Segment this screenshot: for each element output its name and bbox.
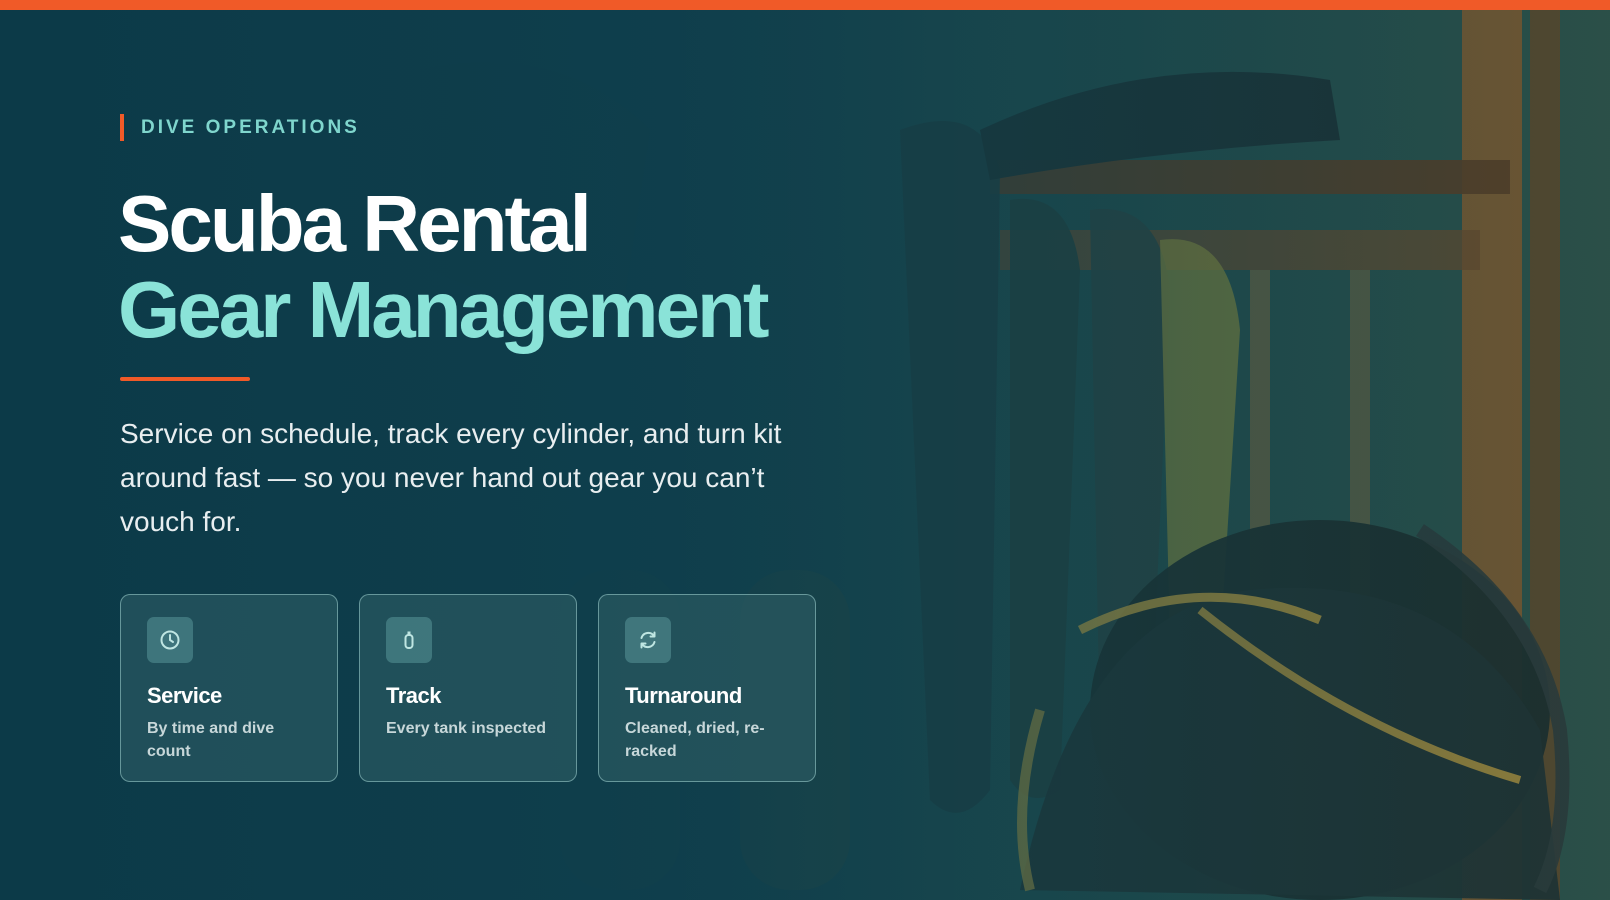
feature-card-turnaround: Turnaround Cleaned, dried, re-racked (598, 594, 816, 782)
hero-title-line-1: Scuba Rental (118, 179, 592, 268)
top-accent-bar (0, 0, 1610, 10)
title-underline-rule (120, 377, 250, 381)
eyebrow: DIVE OPERATIONS (120, 114, 360, 141)
clock-icon (147, 617, 193, 663)
refresh-icon (625, 617, 671, 663)
tank-icon (386, 617, 432, 663)
feature-cards: Service By time and dive count Track Eve… (120, 594, 816, 782)
feature-card-description: By time and dive count (147, 720, 275, 760)
eyebrow-label: DIVE OPERATIONS (141, 116, 360, 138)
feature-card-title: Track (386, 683, 442, 708)
feature-card-track: Track Every tank inspected (359, 594, 577, 782)
feature-card-title: Service (147, 683, 222, 708)
hero-lead-paragraph: Service on schedule, track every cylinde… (120, 418, 782, 537)
feature-card-description: Cleaned, dried, re-racked (625, 720, 765, 760)
feature-card-title: Turnaround (625, 683, 742, 708)
hero-title-line-2: Gear Management (118, 265, 770, 354)
feature-card-description: Every tank inspected (386, 720, 547, 737)
feature-card-service: Service By time and dive count (120, 594, 338, 782)
eyebrow-accent-bar (120, 114, 124, 141)
